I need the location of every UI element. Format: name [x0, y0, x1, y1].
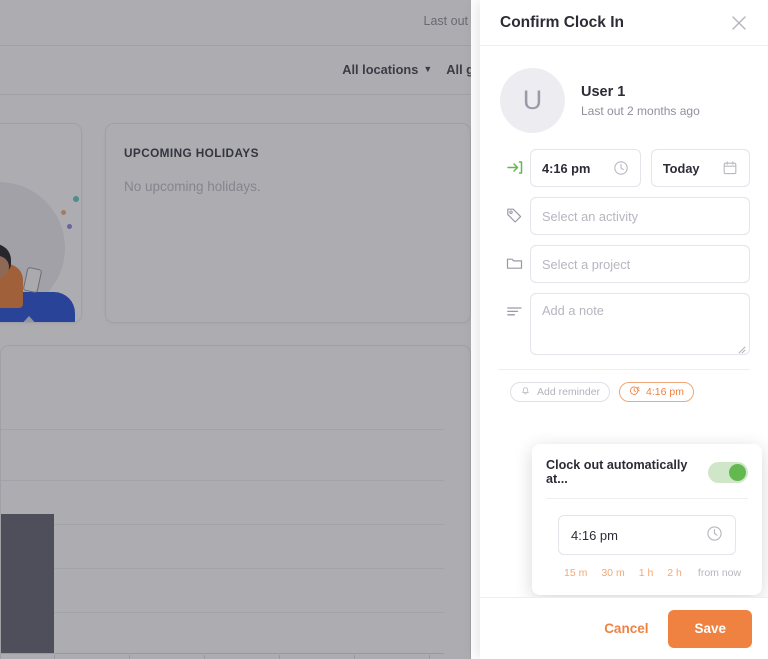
folder-icon [498, 245, 530, 273]
time-date-row: 4:16 pm Today [498, 149, 750, 187]
note-lines-icon [498, 293, 530, 321]
auto-clock-out-toggle[interactable] [708, 461, 748, 483]
toggle-knob [729, 463, 746, 481]
save-button[interactable]: Save [668, 609, 752, 648]
cancel-button[interactable]: Cancel [598, 613, 654, 644]
quick-option-15m[interactable]: 15 m [564, 567, 587, 579]
from-now-label: from now [697, 567, 742, 579]
drawer-footer: Cancel Save [480, 597, 768, 659]
bell-icon [520, 385, 531, 399]
clock-in-date-value: Today [662, 160, 700, 176]
project-row: Select a project [498, 245, 750, 283]
clock-in-form: 4:16 pm Today Select an activity Select … [480, 133, 768, 355]
user-name: User 1 [581, 83, 626, 100]
auto-clock-out-popover: Clock out automatically at... 4:16 pm 15… [532, 444, 762, 595]
auto-clock-out-time-input[interactable]: 4:16 pm [558, 515, 736, 555]
close-icon[interactable] [726, 10, 752, 36]
calendar-icon [722, 160, 738, 176]
popover-divider [546, 498, 748, 499]
modal-scrim[interactable] [0, 0, 480, 659]
clock-icon [706, 525, 723, 545]
quick-option-2h[interactable]: 2 h [667, 567, 682, 579]
activity-row: Select an activity [498, 197, 750, 235]
add-reminder-chip[interactable]: Add reminder [510, 382, 611, 402]
note-placeholder: Add a note [542, 303, 604, 318]
auto-clock-out-title: Clock out automatically at... [546, 458, 688, 486]
quick-option-30m[interactable]: 30 m [601, 567, 624, 579]
clock-icon [613, 160, 629, 176]
drawer-header: Confirm Clock In [480, 0, 768, 46]
quick-option-1h[interactable]: 1 h [639, 567, 654, 579]
add-reminder-label: Add reminder [537, 386, 601, 398]
page-title: Confirm Clock In [500, 13, 625, 31]
avatar: U [500, 68, 565, 133]
tag-icon [498, 197, 530, 225]
alarm-clock-icon [629, 385, 640, 399]
quick-duration-options: 15 m 30 m 1 h 2 h from now [546, 555, 748, 579]
clock-in-arrow-icon [498, 149, 530, 177]
reminder-chip-row: Add reminder 4:16 pm [480, 370, 768, 402]
project-select[interactable]: Select a project [530, 245, 750, 283]
auto-clock-out-chip-label: 4:16 pm [646, 386, 684, 398]
project-placeholder: Select a project [542, 256, 631, 272]
confirm-clock-in-drawer: Confirm Clock In U User 1 Last out 2 mon… [480, 0, 768, 659]
resize-handle[interactable] [737, 342, 746, 354]
auto-clock-out-chip[interactable]: 4:16 pm [619, 382, 694, 402]
user-last-out: Last out 2 months ago [581, 103, 700, 118]
drawer-body: U User 1 Last out 2 months ago 4:16 pm T… [480, 46, 768, 597]
clock-in-time-input[interactable]: 4:16 pm [530, 149, 641, 187]
activity-placeholder: Select an activity [542, 208, 639, 224]
clock-in-time-value: 4:16 pm [542, 160, 591, 176]
user-summary: U User 1 Last out 2 months ago [480, 46, 768, 133]
note-row: Add a note [498, 293, 750, 355]
clock-in-date-input[interactable]: Today [650, 149, 750, 187]
auto-clock-out-header: Clock out automatically at... [546, 458, 748, 486]
auto-clock-out-time-value: 4:16 pm [571, 527, 618, 543]
activity-select[interactable]: Select an activity [530, 197, 750, 235]
note-textarea[interactable]: Add a note [530, 293, 750, 355]
